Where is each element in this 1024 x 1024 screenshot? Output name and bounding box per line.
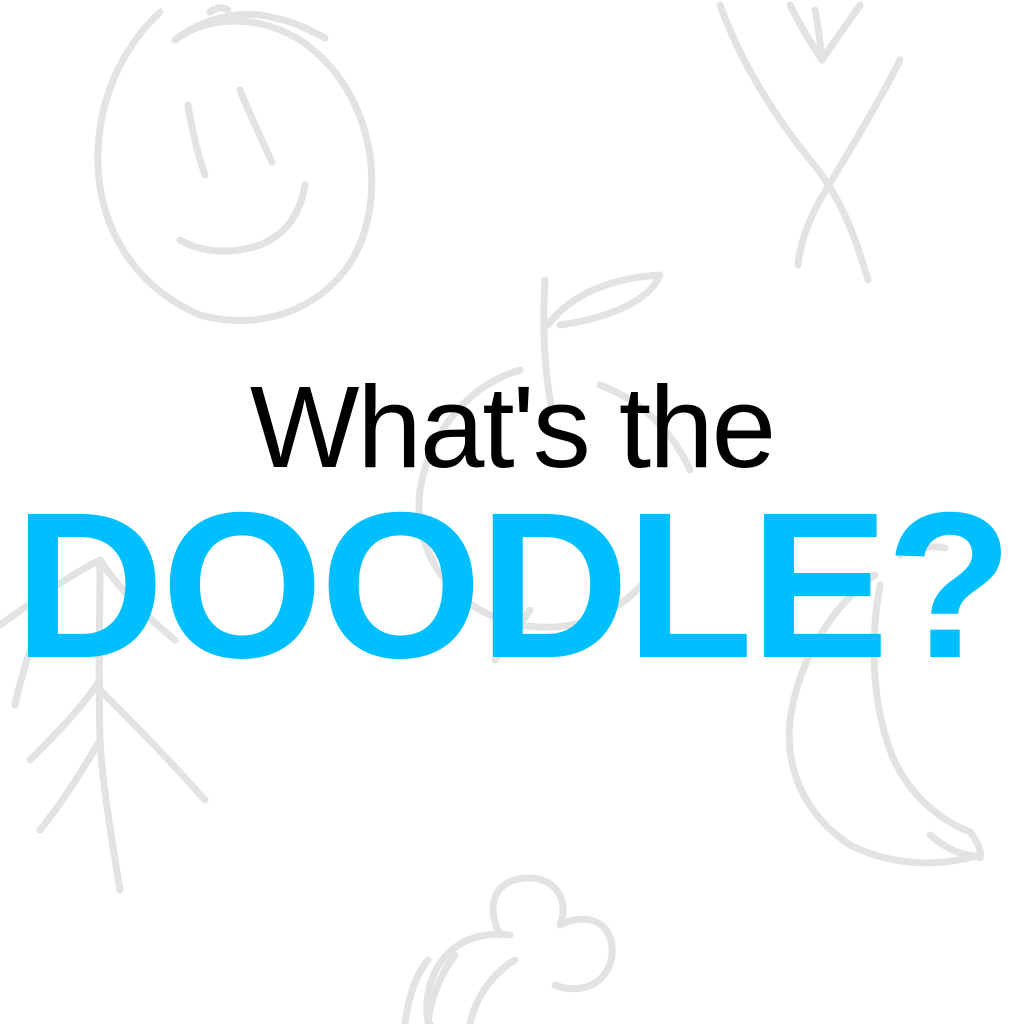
flower-icon [401,874,616,1024]
headline-line-2: DOODLE? [14,470,1013,702]
smiley-face-icon [94,4,376,325]
splash-screen: What's the DOODLE? [0,0,1024,1024]
scissors-icon [716,1,904,284]
